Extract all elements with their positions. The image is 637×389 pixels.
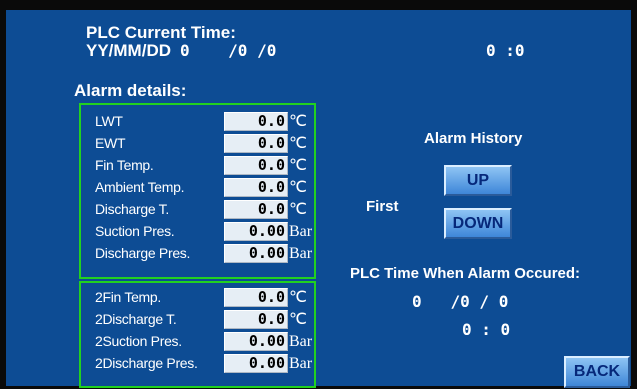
- alarm-label: EWT: [95, 135, 126, 151]
- date-format-label: YY/MM/DD: [86, 41, 171, 60]
- alarm-label: Discharge T.: [95, 201, 169, 217]
- alarm-label: 2Discharge Pres.: [95, 355, 198, 371]
- suction-pres-2-value: 0.00: [224, 332, 288, 351]
- unit-label: ℃: [289, 135, 307, 152]
- alarm-label: Discharge Pres.: [95, 245, 191, 261]
- unit-label: ℃: [289, 113, 307, 130]
- discharge-temp-2-value: 0.0: [224, 310, 288, 329]
- history-down-button[interactable]: DOWN: [444, 208, 512, 239]
- ewt-value: 0.0: [224, 134, 288, 153]
- unit-label: Bar: [289, 333, 313, 350]
- alarm-occurred-time: 0 : 0: [462, 320, 511, 339]
- discharge-temp-value: 0.0: [224, 200, 288, 219]
- unit-label: ℃: [289, 289, 307, 306]
- unit-label: ℃: [289, 311, 307, 328]
- back-button[interactable]: BACK: [564, 356, 630, 388]
- plc-current-time: 0 :0: [486, 41, 525, 60]
- hmi-screen: PLC Current Time: YY/MM/DD 0 /0 /0 0 :0 …: [0, 0, 637, 389]
- suction-pres-value: 0.00: [224, 222, 288, 241]
- discharge-pres-value: 0.00: [224, 244, 288, 263]
- ambient-temp-value: 0.0: [224, 178, 288, 197]
- history-up-button[interactable]: UP: [444, 165, 512, 196]
- fin-temp-2-value: 0.0: [224, 288, 288, 307]
- discharge-pres-2-value: 0.00: [224, 354, 288, 373]
- alarm-history-title: Alarm History: [424, 130, 523, 147]
- alarm-label: Fin Temp.: [95, 157, 154, 173]
- plc-current-date: 0 /0 /0: [180, 41, 277, 60]
- alarm-time-title: PLC Time When Alarm Occured:: [350, 265, 581, 282]
- unit-label: ℃: [289, 157, 307, 174]
- alarm-occurred-date: 0 /0 / 0: [412, 292, 509, 311]
- unit-label: Bar: [289, 245, 313, 262]
- alarm-label: Suction Pres.: [95, 223, 175, 239]
- alarm-details-title: Alarm details:: [74, 81, 187, 100]
- plc-time-title: PLC Current Time:: [86, 23, 236, 42]
- unit-label: ℃: [289, 201, 307, 218]
- unit-label: ℃: [289, 179, 307, 196]
- lwt-value: 0.0: [224, 112, 288, 131]
- history-position-label: First: [366, 198, 399, 215]
- alarm-label: 2Suction Pres.: [95, 333, 182, 349]
- alarm-label: Ambient Temp.: [95, 179, 185, 195]
- alarm-label: 2Discharge T.: [95, 311, 177, 327]
- alarm-label: LWT: [95, 113, 123, 129]
- alarm-label: 2Fin Temp.: [95, 289, 161, 305]
- unit-label: Bar: [289, 223, 313, 240]
- unit-label: Bar: [289, 355, 313, 372]
- fin-temp-value: 0.0: [224, 156, 288, 175]
